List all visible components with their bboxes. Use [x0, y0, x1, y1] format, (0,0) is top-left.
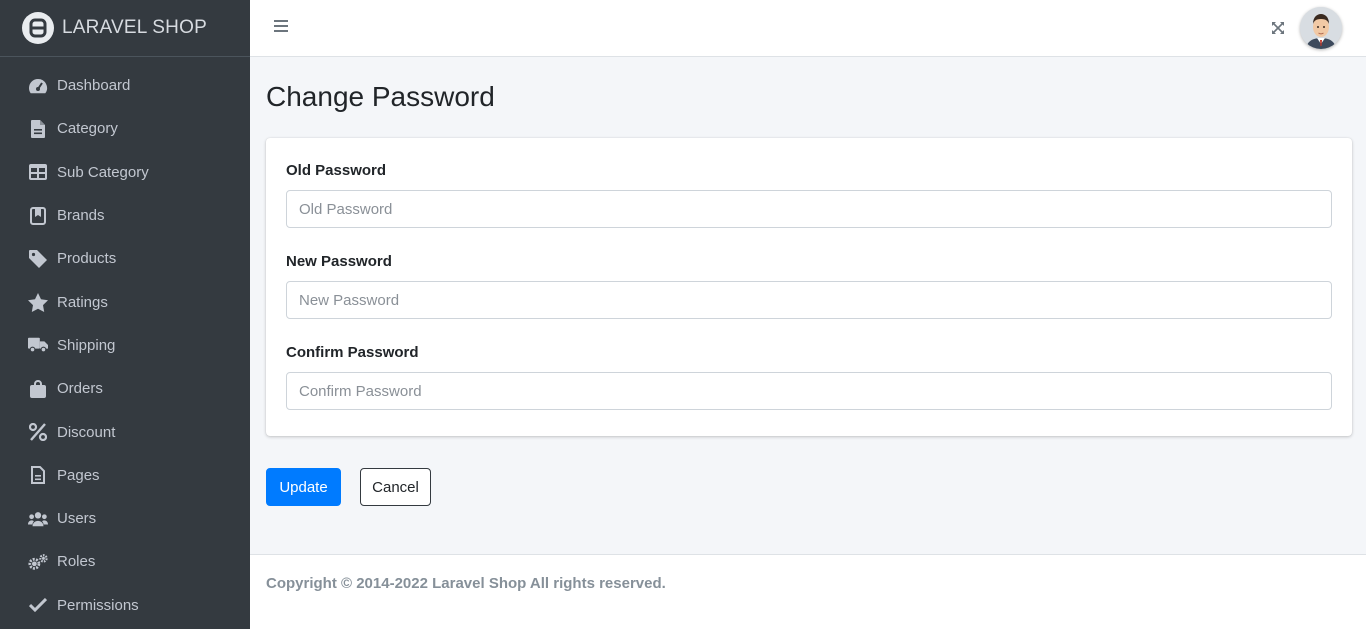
- file-text-icon: [28, 465, 48, 485]
- sidebar-item-roles[interactable]: Roles: [0, 540, 250, 583]
- expand-icon[interactable]: [1271, 21, 1285, 35]
- new-password-label: New Password: [286, 253, 392, 270]
- check-icon: [28, 595, 48, 615]
- sidebar-item-shipping[interactable]: Shipping: [0, 324, 250, 367]
- cogs-icon: [28, 552, 48, 572]
- users-icon: [28, 509, 48, 529]
- sidebar-item-label: Pages: [57, 466, 100, 484]
- bookmark-icon: [28, 206, 48, 226]
- sidebar-item-brands[interactable]: Brands: [0, 194, 250, 237]
- sidebar-item-label: Users: [57, 510, 97, 528]
- percent-icon: [28, 422, 48, 442]
- sidebar-item-orders[interactable]: Orders: [0, 367, 250, 410]
- sidebar-item-label: Roles: [57, 553, 96, 571]
- new-password-input[interactable]: [286, 281, 1332, 319]
- sidebar-item-label: Ratings: [57, 293, 108, 311]
- confirm-password-input[interactable]: [286, 372, 1332, 410]
- sidebar-item-label: Products: [57, 250, 117, 268]
- hamburger-icon[interactable]: [274, 20, 288, 34]
- sidebar-item-discount[interactable]: Discount: [0, 410, 250, 453]
- brand-name: LARAVEL SHOP: [62, 17, 207, 38]
- old-password-input[interactable]: [286, 190, 1332, 228]
- tachometer-icon: [28, 76, 48, 96]
- sidebar-item-label: Permissions: [57, 596, 139, 614]
- sidebar-item-permissions[interactable]: Permissions: [0, 584, 250, 627]
- cancel-button[interactable]: Cancel: [360, 468, 431, 506]
- change-password-card: Old Password New Password Confirm Passwo…: [266, 138, 1352, 436]
- sidebar-item-label: Category: [57, 120, 118, 138]
- update-button[interactable]: Update: [266, 468, 341, 506]
- file-icon: [28, 119, 48, 139]
- sidebar: LARAVEL SHOP Dashboard Category Sub Cate…: [0, 0, 250, 629]
- truck-icon: [28, 335, 48, 355]
- sidebar-item-label: Sub Category: [57, 163, 149, 181]
- footer: Copyright © 2014-2022 Laravel Shop All r…: [250, 554, 1366, 629]
- sidebar-nav: Dashboard Category Sub Category Brands P…: [0, 57, 250, 627]
- old-password-label: Old Password: [286, 162, 387, 179]
- sidebar-item-sub-category[interactable]: Sub Category: [0, 151, 250, 194]
- sidebar-item-label: Discount: [57, 423, 116, 441]
- sidebar-item-users[interactable]: Users: [0, 497, 250, 540]
- sidebar-item-dashboard[interactable]: Dashboard: [0, 64, 250, 107]
- page-title: Change Password: [266, 81, 495, 112]
- sidebar-item-pages[interactable]: Pages: [0, 454, 250, 497]
- tag-icon: [28, 249, 48, 269]
- shopping-bag-icon: [28, 379, 48, 399]
- copyright-text: Copyright © 2014-2022 Laravel Shop All r…: [266, 575, 666, 592]
- brand-link[interactable]: LARAVEL SHOP: [0, 0, 250, 57]
- sidebar-item-label: Dashboard: [57, 77, 131, 95]
- sidebar-item-products[interactable]: Products: [0, 237, 250, 280]
- sidebar-item-ratings[interactable]: Ratings: [0, 280, 250, 323]
- table-icon: [28, 162, 48, 182]
- star-icon: [28, 292, 48, 312]
- sidebar-item-category[interactable]: Category: [0, 107, 250, 150]
- sidebar-item-label: Orders: [57, 380, 103, 398]
- brand-logo-icon: [22, 12, 54, 44]
- sidebar-item-label: Brands: [57, 207, 105, 225]
- top-navbar: [250, 0, 1366, 57]
- confirm-password-label: Confirm Password: [286, 344, 419, 361]
- user-avatar[interactable]: [1300, 7, 1342, 49]
- sidebar-item-label: Shipping: [57, 336, 116, 354]
